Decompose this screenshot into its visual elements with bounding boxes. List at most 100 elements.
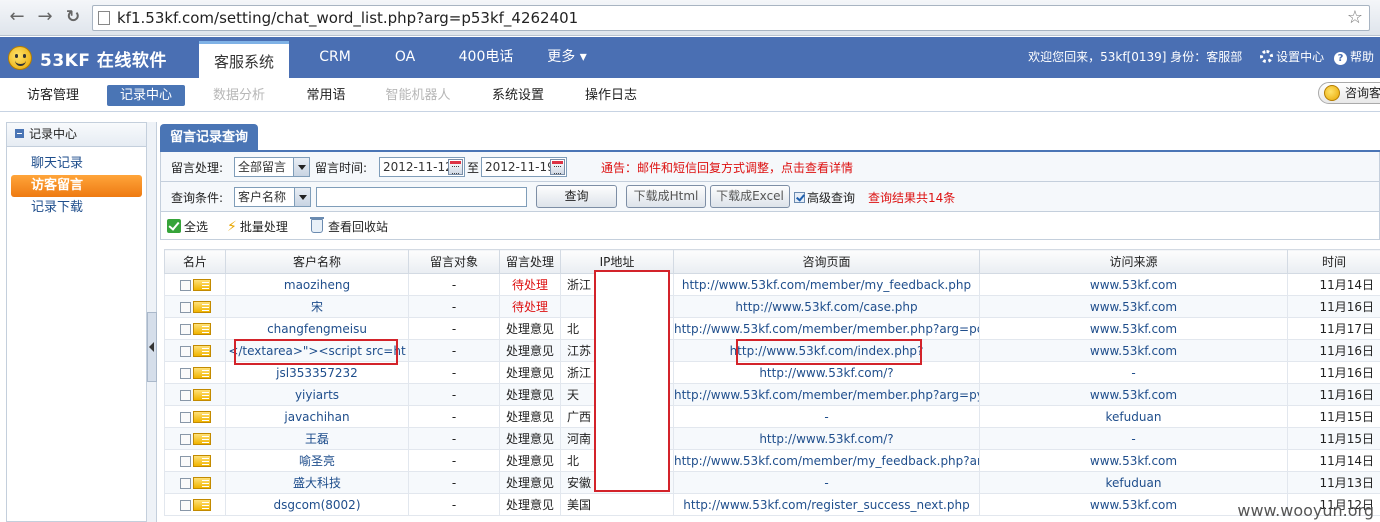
table-row[interactable]: 宋 - 待处理 http://www.53kf.com/case.php www.53k… — [164, 295, 1380, 318]
reload-icon[interactable]: ↻ — [62, 6, 84, 28]
help-link[interactable]: ? 帮助 — [1333, 50, 1374, 65]
visit-source[interactable]: - — [979, 361, 1288, 384]
row-checkbox[interactable] — [179, 367, 191, 379]
subnav-common-phrases[interactable]: 常用语 — [298, 85, 354, 106]
table-row[interactable]: yiyiarts - 处理意见天 http://www.53kf.com/member… — [164, 383, 1380, 406]
consult-page[interactable]: http://www.53kf.com/member/member.php?ar… — [673, 383, 980, 406]
message-status[interactable]: 处理意见 — [499, 361, 561, 384]
message-status[interactable]: 处理意见 — [499, 405, 561, 428]
sidebar-item-visitor-messages[interactable]: 访客留言 — [11, 175, 142, 197]
select-all-button[interactable]: 全选 — [167, 218, 208, 235]
consult-page[interactable]: http://www.53kf.com/member/my_feedback.p… — [673, 273, 980, 296]
visit-source[interactable]: kefuduan — [979, 471, 1288, 494]
customer-name[interactable]: maoziheng — [225, 273, 409, 296]
download-html-button[interactable]: 下载成Html — [626, 185, 706, 208]
subnav-record-center[interactable]: 记录中心 — [107, 85, 185, 106]
subnav-operation-log[interactable]: 操作日志 — [578, 85, 644, 106]
message-status[interactable]: 处理意见 — [499, 427, 561, 450]
customer-name[interactable]: yiyiarts — [225, 383, 409, 406]
bookmark-star-icon[interactable]: ☆ — [1347, 7, 1363, 28]
visit-source[interactable]: www.53kf.com — [979, 295, 1288, 318]
sidebar-item-chat-records[interactable]: 聊天记录 — [11, 153, 142, 175]
settings-link[interactable]: 设置中心 — [1260, 50, 1324, 64]
tab-oa[interactable]: OA — [380, 37, 430, 78]
recycle-bin-button[interactable]: 查看回收站 — [310, 217, 388, 235]
date-from-input[interactable]: 2012-11-12 — [379, 157, 465, 177]
query-button[interactable]: 查询 — [536, 185, 617, 208]
visit-source[interactable]: www.53kf.com — [979, 339, 1288, 362]
business-card-icon[interactable] — [192, 476, 211, 489]
visit-source[interactable]: kefuduan — [979, 405, 1288, 428]
batch-process-button[interactable]: ⚡ 批量处理 — [227, 218, 288, 235]
row-checkbox[interactable] — [179, 389, 191, 401]
customer-name[interactable]: changfengmeisu — [225, 317, 409, 340]
consult-page[interactable]: - — [673, 471, 980, 494]
message-status[interactable]: 处理意见 — [499, 493, 561, 516]
advanced-checkbox[interactable] — [794, 192, 805, 203]
business-card-icon[interactable] — [192, 322, 211, 335]
row-checkbox[interactable] — [179, 477, 191, 489]
business-card-icon[interactable] — [192, 344, 211, 357]
message-status[interactable]: 处理意见 — [499, 317, 561, 340]
message-status[interactable]: 处理意见 — [499, 339, 561, 362]
customer-name[interactable]: dsgcom(8002) — [225, 493, 409, 516]
table-row[interactable]: 王磊 - 处理意见 河南 http://www.53kf.com/? -11月15日 — [164, 427, 1380, 450]
visit-source[interactable]: www.53kf.com — [979, 449, 1288, 472]
download-excel-button[interactable]: 下载成Excel — [710, 185, 790, 208]
business-card-icon[interactable] — [192, 366, 211, 379]
row-checkbox[interactable] — [179, 301, 191, 313]
table-row[interactable]: 盛大科技 - 处理意见 安徽 - kefuduan 11月13日 — [164, 471, 1380, 494]
tab-400-phone[interactable]: 400电话 — [448, 37, 524, 78]
calendar-icon[interactable] — [448, 159, 463, 175]
visit-source[interactable]: www.53kf.com — [979, 273, 1288, 296]
back-arrow-icon[interactable]: ← — [6, 6, 28, 28]
forward-arrow-icon[interactable]: → — [34, 6, 56, 28]
subnav-visitor-manage[interactable]: 访客管理 — [20, 85, 86, 106]
consult-page[interactable]: http://www.53kf.com/case.php — [673, 295, 980, 318]
table-row[interactable]: changfengmeisu - 处理意见北 http://www.53kf.com/… — [164, 317, 1380, 340]
notice-link[interactable]: 通告：邮件和短信回复方式调整，点击查看详情 — [601, 159, 853, 176]
row-checkbox[interactable] — [179, 323, 191, 335]
business-card-icon[interactable] — [192, 498, 211, 511]
tab-crm[interactable]: CRM — [300, 37, 370, 78]
customer-name[interactable]: 王磊 — [225, 427, 409, 450]
table-row[interactable]: maoziheng - 待处理 浙江 http://www.53kf.com/membe… — [164, 273, 1380, 296]
business-card-icon[interactable] — [192, 278, 211, 291]
handle-select[interactable]: 全部留言 — [234, 157, 310, 177]
message-status[interactable]: 待处理 — [499, 295, 561, 318]
tab-more[interactable]: 更多 ▾ — [536, 37, 598, 78]
address-bar[interactable]: kf1.53kf.com/setting/chat_word_list.php?… — [92, 5, 1370, 31]
row-checkbox[interactable] — [179, 345, 191, 357]
customer-name[interactable]: 喻圣亮 — [225, 449, 409, 472]
subnav-system-settings[interactable]: 系统设置 — [484, 85, 552, 106]
table-row[interactable]: 喻圣亮 - 处理意见北 http://www.53kf.com/member/my_f… — [164, 449, 1380, 472]
visit-source[interactable]: www.53kf.com — [979, 383, 1288, 406]
consult-page[interactable]: http://www.53kf.com/register_success_nex… — [673, 493, 980, 516]
message-status[interactable]: 处理意见 — [499, 383, 561, 406]
business-card-icon[interactable] — [192, 410, 211, 423]
row-checkbox[interactable] — [179, 455, 191, 467]
consult-page[interactable]: http://www.53kf.com/? — [673, 427, 980, 450]
date-to-input[interactable]: 2012-11-19 — [481, 157, 567, 177]
search-input[interactable] — [316, 187, 527, 207]
business-card-icon[interactable] — [192, 454, 211, 467]
consult-button[interactable]: 咨询客 — [1318, 82, 1380, 104]
advanced-query-toggle[interactable]: 高级查询 — [794, 189, 855, 206]
collapse-sidebar-handle[interactable] — [147, 312, 157, 382]
calendar-icon[interactable] — [550, 159, 565, 175]
consult-page[interactable]: http://www.53kf.com/member/member.php?ar… — [673, 317, 980, 340]
message-status[interactable]: 待处理 — [499, 273, 561, 296]
consult-page[interactable]: http://www.53kf.com/member/my_feedback.p… — [673, 449, 980, 472]
visit-source[interactable]: - — [979, 427, 1288, 450]
table-row[interactable]: dsgcom(8002) - 处理意见 美国 http://www.53kf.com/r… — [164, 493, 1380, 516]
row-checkbox[interactable] — [179, 279, 191, 291]
message-status[interactable]: 处理意见 — [499, 449, 561, 472]
tab-kefu-system[interactable]: 客服系统 — [199, 41, 289, 78]
row-checkbox[interactable] — [179, 411, 191, 423]
tab-message-query[interactable]: 留言记录查询 — [160, 124, 258, 152]
row-checkbox[interactable] — [179, 499, 191, 511]
condition-select[interactable]: 客户名称 — [234, 187, 311, 207]
sidebar-item-record-download[interactable]: 记录下载 — [11, 197, 142, 219]
business-card-icon[interactable] — [192, 432, 211, 445]
sidebar-header[interactable]: 记录中心 — [7, 123, 146, 147]
